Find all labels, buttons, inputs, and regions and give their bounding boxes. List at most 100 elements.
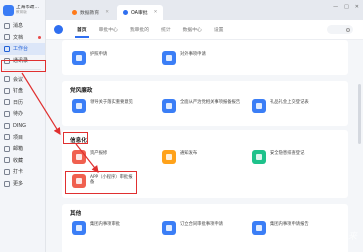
diamond-icon [252,221,266,235]
tab-bar: 数据教育 ✕ OA审批 ✕ — □ ✕ [46,0,363,20]
sidebar-item-more[interactable]: 更多 [0,178,45,190]
sidebar-item-calendar[interactable]: 日历 [0,97,45,109]
form-item-label: 资产报修 [90,151,108,156]
form-item-label: 礼品礼金上交登记表 [270,100,309,105]
sidebar-item-label: 项目 [13,134,24,141]
scrollbar[interactable] [358,84,361,144]
form-item[interactable]: 通知发布 [162,150,248,164]
sidebar-item-workbench[interactable]: 工作台 [0,43,45,55]
tab-label: OA审批 [130,11,148,16]
contract-icon [162,221,176,235]
form-item-label: 护照申请 [90,52,108,57]
org-subtitle: 教育版 [16,10,27,14]
folder-icon [4,87,10,94]
checklist-icon [4,110,10,117]
oa-logo-icon [54,25,63,34]
star-icon [4,157,10,164]
repair-icon [72,150,86,164]
chat-icon [4,22,10,29]
sidebar-item-meeting[interactable]: 会议 [0,73,45,85]
subtab-statistics[interactable]: 统计 [155,20,177,40]
form-item[interactable]: 全面从严治党相关事项报备报告 [162,99,248,113]
sidebar-item-label: 会议 [13,76,24,83]
sidebar-item-label: 打卡 [13,169,24,176]
shield-icon [162,99,176,113]
sidebar-item-project[interactable]: 项目 [0,131,45,143]
section-title: 党风廉政 [70,88,93,94]
form-item[interactable]: 集团内事项申请报告 [252,221,338,235]
unread-dot [38,35,41,39]
app-icon [122,10,128,15]
gift-icon [252,99,266,113]
tab-data-education[interactable]: 数据教育 ✕ [66,5,115,20]
sidebar-item-todo[interactable]: 待办 [0,108,45,120]
app-icon [72,10,77,15]
clock-icon [4,168,10,175]
sidebar-item-label: 钉盘 [13,88,24,95]
sidebar-item-mail[interactable]: 邮箱 [0,143,45,155]
maximize-button[interactable]: □ [344,4,349,10]
diamond-icon [162,51,176,65]
form-item[interactable]: 订立合同审批事项申请 [162,221,248,235]
approval-icon [72,221,86,235]
sidebar-item-docs[interactable]: 文档 [0,32,45,44]
safety-icon [252,150,266,164]
form-item-label: 订立合同审批事项申请 [180,222,223,227]
left-sidebar: 上海市政… 教育版 消息 文档 工作台 通讯录 会议 钉盘 日历 待办 DING… [0,0,46,252]
sidebar-item-label: 文档 [13,34,24,41]
form-item-label: 集团内事项审批 [90,222,121,227]
tab-oa-approval[interactable]: OA审批 ✕ [116,5,164,20]
subtab-approval-center[interactable]: 审批中心 [93,20,124,40]
sidebar-item-label: 收藏 [13,157,24,164]
tab-label: 数据教育 [80,11,100,16]
sidebar-item-label: 更多 [13,181,24,188]
passport-icon [72,51,86,65]
more-icon [4,180,10,187]
highlight-app-approval-box [65,171,137,194]
form-item-label: 集团内事项申请报告 [270,222,309,227]
sidebar-item-label: 日历 [13,99,24,106]
form-item[interactable]: 领导关于落实重要意见 [72,99,158,113]
video-icon [4,76,10,83]
subtab-data-center[interactable]: 数据中心 [177,20,208,40]
sidebar-item-messages[interactable]: 消息 [0,20,45,32]
search-icon [346,27,350,32]
subtab-settings[interactable]: 设置 [208,20,230,40]
sidebar-item-label: 工作台 [13,46,29,53]
form-item[interactable]: 礼品礼金上交登记表 [252,99,338,113]
form-item-label: 安全隐患排查登记 [270,151,305,156]
form-item-label: 通知发布 [180,151,198,156]
sidebar-item-label: DING [13,122,26,129]
subtab-home[interactable]: 首页 [71,20,93,40]
org-switcher[interactable]: 上海市政… 教育版 [0,0,45,20]
grid-icon [4,45,10,52]
form-item[interactable]: 护照申请 [72,51,158,65]
sidebar-item-favorites[interactable]: 收藏 [0,155,45,167]
project-icon [4,134,10,141]
calendar-icon [4,99,10,106]
form-item-label: 全面从严治党相关事项报备报告 [180,100,241,105]
bell-icon [4,122,10,129]
minimize-button[interactable]: — [333,4,338,10]
app-subnav: 首页 审批中心 我审批的 统计 数据中心 设置 [46,20,363,40]
form-item-label: 对外事项申请 [180,52,206,57]
form-item[interactable]: 安全隐患排查登记 [252,150,338,164]
form-item[interactable]: 集团内事项审批 [72,221,158,235]
document-icon [4,34,10,41]
form-item[interactable]: 对外事项申请 [162,51,248,65]
sidebar-item-ding[interactable]: DING [0,120,45,132]
form-card-top: 护照申请 对外事项申请 [62,40,348,75]
close-button[interactable]: ✕ [355,4,359,10]
section-title: 其他 [70,211,82,217]
subtab-my-approved[interactable]: 我审批的 [124,20,155,40]
search-input[interactable] [327,25,353,34]
dingtalk-window: 上海市政… 教育版 消息 文档 工作台 通讯录 会议 钉盘 日历 待办 DING… [0,0,363,252]
close-icon[interactable]: ✕ [154,10,158,15]
sidebar-item-drive[interactable]: 钉盘 [0,85,45,97]
form-card-party: 党风廉政 领导关于落实重要意见 全面从严治党相关事项报备报告 礼品礼金上交登记表 [62,81,348,126]
sidebar-item-label: 待办 [13,111,24,118]
close-icon[interactable]: ✕ [105,10,109,15]
form-item[interactable]: 资产报修 [72,150,158,164]
sidebar-item-checkin[interactable]: 打卡 [0,166,45,178]
org-logo-icon [3,4,14,16]
